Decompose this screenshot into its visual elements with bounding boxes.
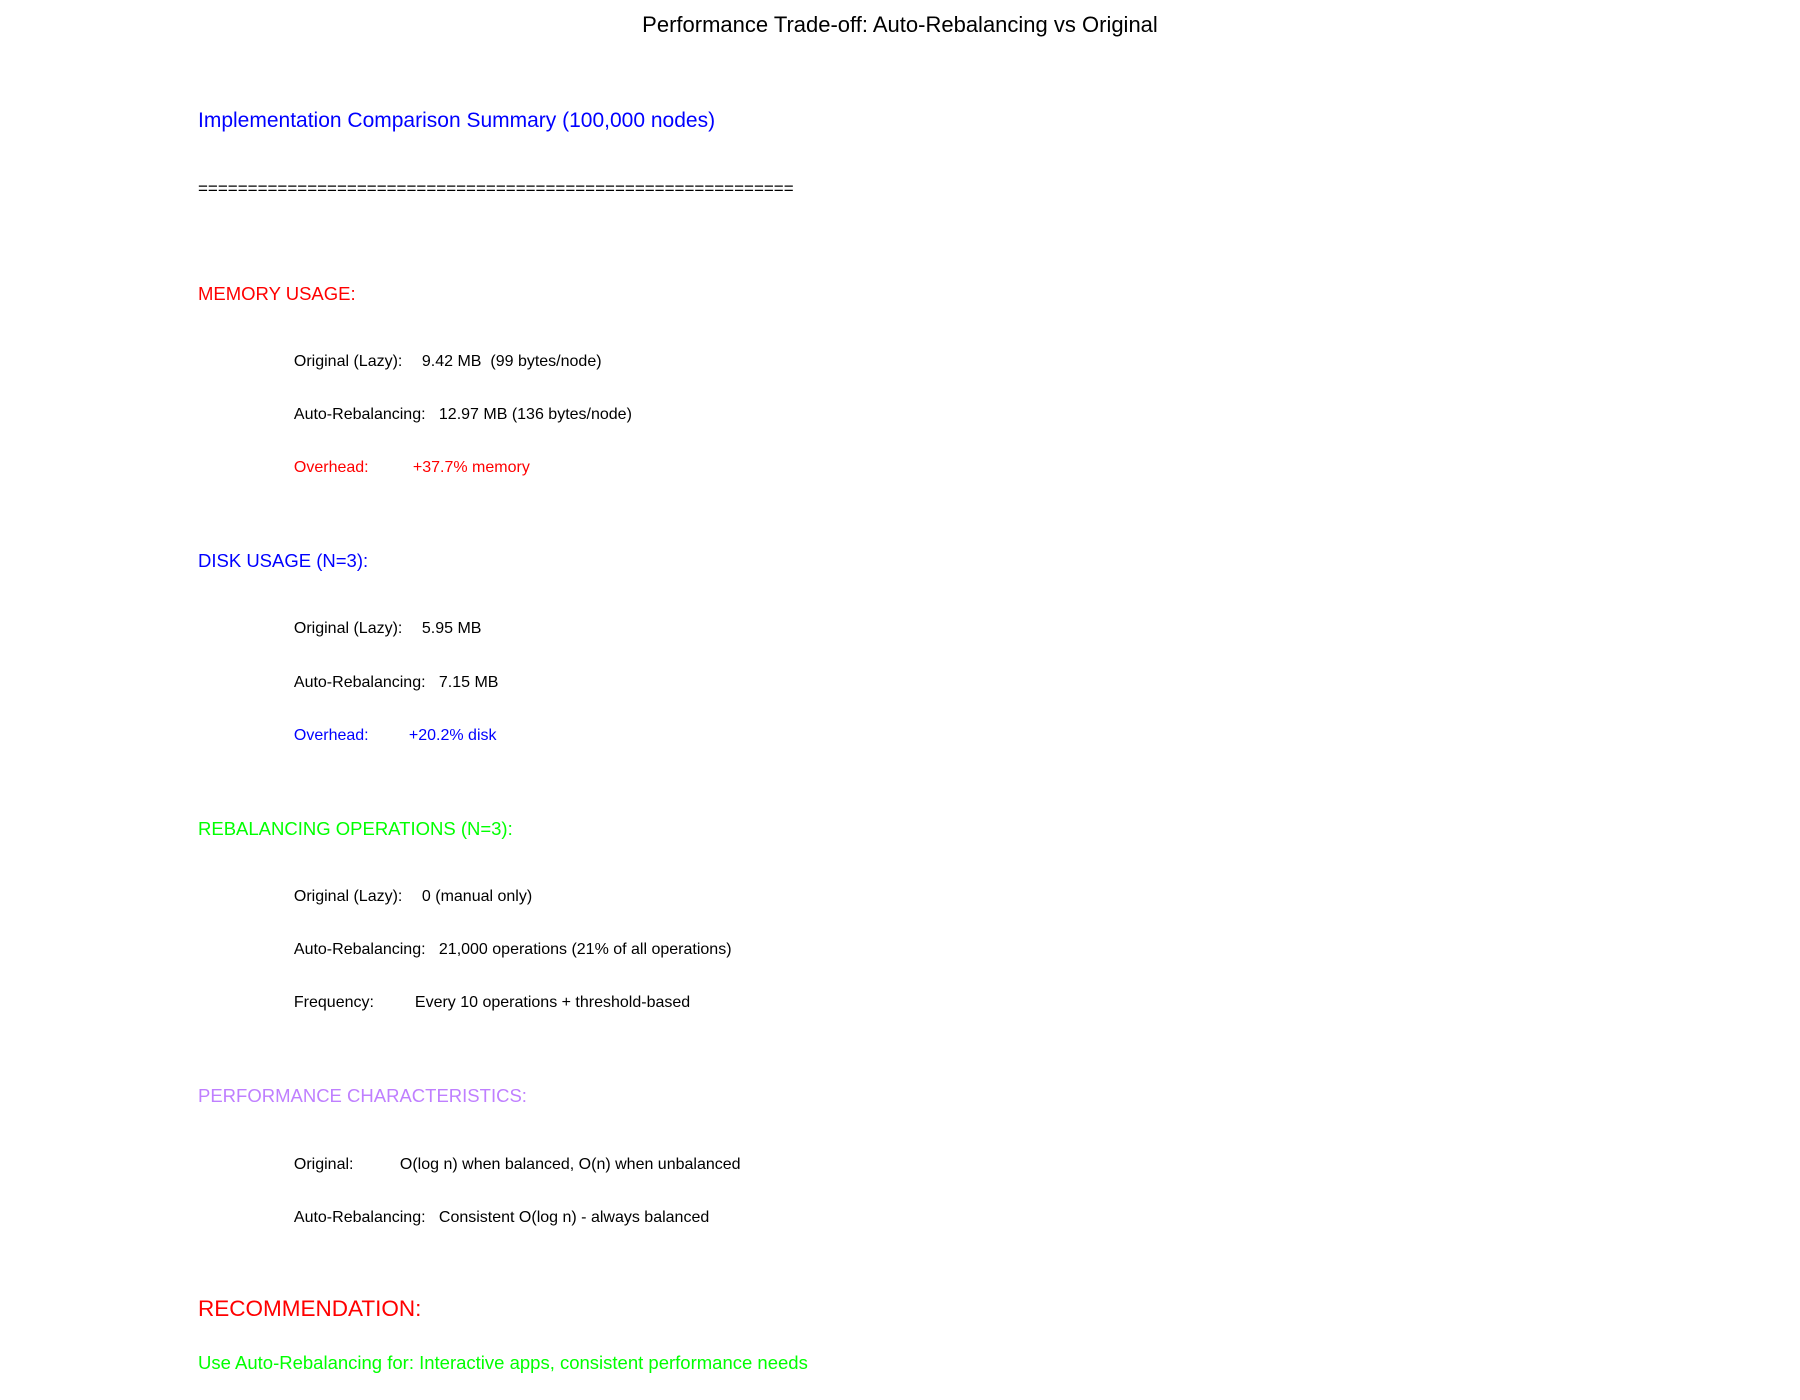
performance-heading: PERFORMANCE CHARACTERISTICS:	[198, 1085, 527, 1106]
disk-row-auto-label: Auto-Rebalancing:	[293, 674, 426, 691]
rebalancing-row-frequency-value: Every 10 operations + threshold-based	[414, 994, 691, 1011]
rebalancing-row-auto: Auto-Rebalancing: 21,000 operations (21% …	[285, 926, 732, 958]
rebalancing-row-frequency: Frequency: Every 10 operations + threshol…	[285, 979, 690, 1011]
memory-row-overhead: Overhead: +37.7% memory	[285, 444, 530, 476]
figure-title: Performance Trade-off: Auto-Rebalancing …	[642, 12, 1158, 37]
rebalancing-row-original: Original (Lazy): 0 (manual only)	[285, 873, 532, 905]
separator-line: ========================================…	[198, 179, 794, 198]
performance-row-original-value: O(log n) when balanced, O(n) when unbala…	[399, 1156, 741, 1173]
memory-row-auto-label: Auto-Rebalancing:	[293, 406, 426, 423]
memory-row-overhead-label: Overhead:	[293, 459, 369, 476]
disk-row-overhead-value: +20.2% disk	[408, 727, 497, 744]
rebalancing-row-original-value: 0 (manual only)	[421, 888, 533, 905]
rebalancing-row-original-label: Original (Lazy):	[293, 888, 403, 905]
memory-row-auto-value: 12.97 MB (136 bytes/node)	[438, 406, 632, 423]
performance-row-original: Original: O(log n) when balanced, O(n) wh…	[285, 1141, 741, 1173]
performance-row-auto-label: Auto-Rebalancing:	[293, 1209, 426, 1226]
recommendation-heading: RECOMMENDATION:	[198, 1296, 422, 1321]
performance-row-original-label: Original:	[293, 1156, 354, 1173]
memory-row-auto: Auto-Rebalancing: 12.97 MB (136 bytes/nod…	[285, 391, 632, 423]
disk-row-original-value: 5.95 MB	[421, 620, 482, 637]
rebalancing-row-auto-value: 21,000 operations (21% of all operations…	[438, 941, 732, 958]
memory-row-overhead-value: +37.7% memory	[412, 459, 530, 476]
memory-usage-heading: MEMORY USAGE:	[198, 283, 356, 304]
performance-row-auto-value: Consistent O(log n) - always balanced	[438, 1209, 710, 1226]
disk-row-overhead: Overhead: +20.2% disk	[285, 712, 497, 744]
summary-title: Implementation Comparison Summary (100,0…	[198, 109, 716, 132]
disk-row-original: Original (Lazy): 5.95 MB	[285, 605, 482, 637]
disk-row-overhead-label: Overhead:	[293, 727, 369, 744]
disk-usage-heading: DISK USAGE (N=3):	[198, 550, 369, 571]
memory-row-original-value: 9.42 MB (99 bytes/node)	[421, 353, 602, 370]
rebalancing-row-frequency-label: Frequency:	[293, 994, 374, 1011]
memory-row-original: Original (Lazy): 9.42 MB (99 bytes/node)	[285, 338, 602, 370]
recommendation-text: Use Auto-Rebalancing for: Interactive ap…	[198, 1352, 808, 1373]
disk-row-auto-value: 7.15 MB	[438, 674, 499, 691]
disk-row-auto: Auto-Rebalancing: 7.15 MB	[285, 659, 499, 691]
rebalancing-row-auto-label: Auto-Rebalancing:	[293, 941, 426, 958]
rebalancing-heading: REBALANCING OPERATIONS (N=3):	[198, 818, 513, 839]
disk-row-original-label: Original (Lazy):	[293, 620, 403, 637]
performance-row-auto: Auto-Rebalancing: Consistent O(log n) - a…	[285, 1194, 709, 1226]
memory-row-original-label: Original (Lazy):	[293, 353, 403, 370]
